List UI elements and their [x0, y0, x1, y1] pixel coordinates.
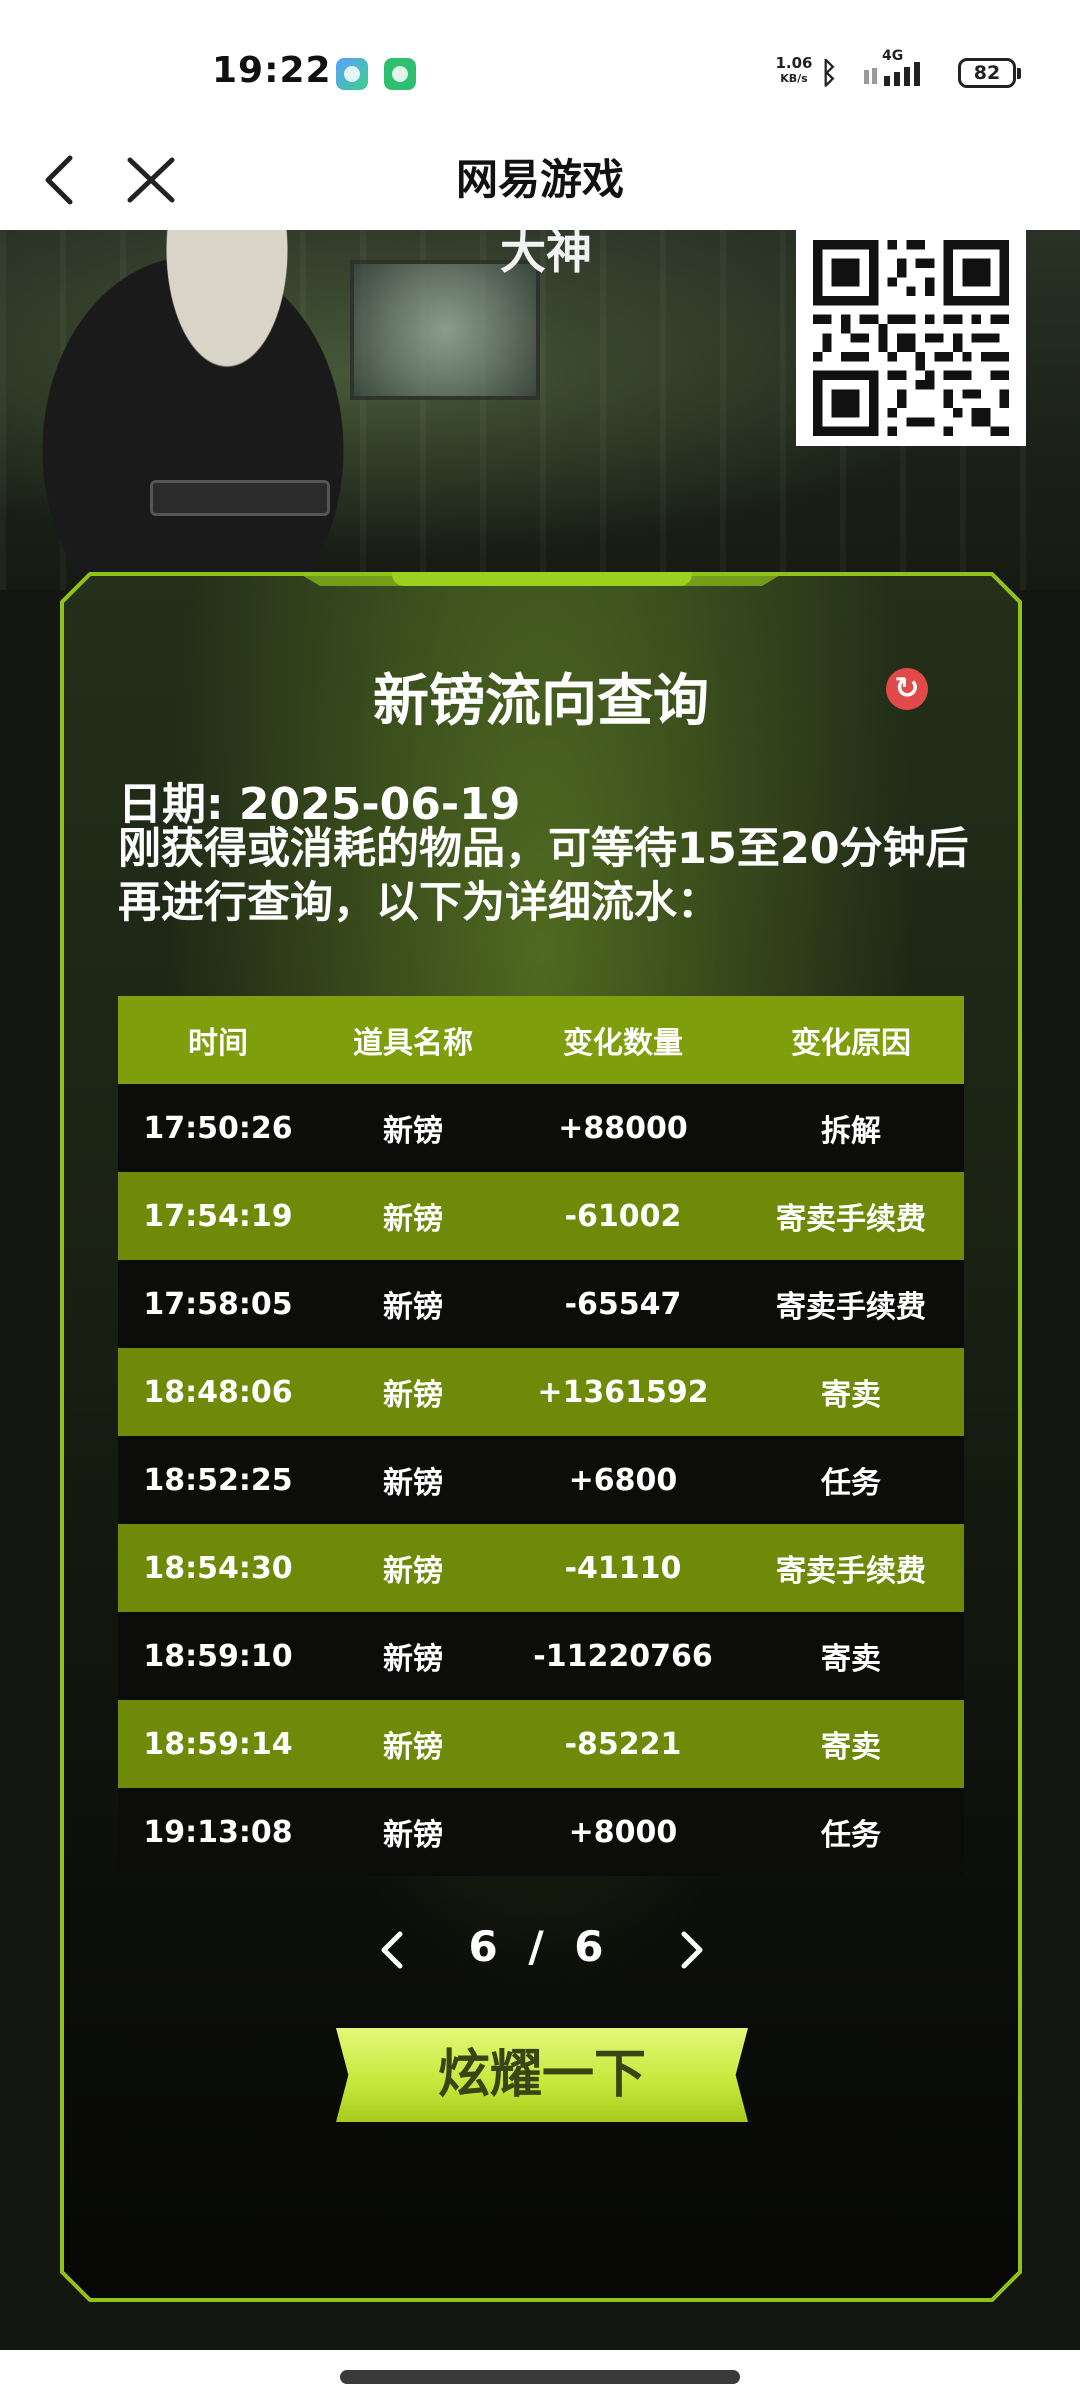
cell-time: 17:50:26: [143, 1110, 293, 1146]
cellular-signal-icon: 4G: [864, 48, 920, 86]
cell-item-name: 新镑: [383, 1202, 443, 1237]
share-button[interactable]: 炫耀一下: [336, 2028, 748, 2122]
cell-change-reason: 寄卖手续费: [776, 1202, 926, 1237]
close-icon[interactable]: [120, 138, 182, 222]
table-row: 18:59:10 新镑 -11220766 寄卖: [118, 1612, 964, 1700]
table-row: 19:13:08 新镑 +8000 任务: [118, 1788, 964, 1876]
cell-change-amount: +8000: [568, 1814, 678, 1850]
cell-change-amount: -61002: [564, 1198, 682, 1234]
table-row: 17:54:19 新镑 -61002 寄卖手续费: [118, 1172, 964, 1260]
cell-time: 19:13:08: [143, 1814, 293, 1850]
refresh-button[interactable]: ↻: [886, 668, 928, 710]
network-speed: 1.06 KB/s: [770, 56, 818, 86]
cell-change-amount: -65547: [564, 1286, 682, 1322]
cell-change-amount: -85221: [564, 1726, 682, 1762]
cell-change-reason: 寄卖手续费: [776, 1290, 926, 1325]
header-item-name: 道具名称: [353, 1026, 473, 1061]
bluetooth-icon: ᛒ: [820, 56, 838, 91]
cell-change-amount: -11220766: [533, 1638, 713, 1674]
network-type: 4G: [882, 48, 903, 64]
panel-top-accent: [392, 572, 692, 586]
home-indicator[interactable]: [340, 2370, 740, 2384]
nav-bar: 网易游戏: [0, 130, 1080, 230]
cell-item-name: 新镑: [383, 1466, 443, 1501]
promo-banner: 大神: [0, 230, 1080, 590]
cell-time: 18:59:10: [143, 1638, 293, 1674]
panel-title: 新镑流向查询: [373, 669, 709, 734]
table-row: 18:48:06 新镑 +1361592 寄卖: [118, 1348, 964, 1436]
cell-time: 18:59:14: [143, 1726, 293, 1762]
status-time: 19:22: [212, 50, 332, 91]
page-indicator: 6 / 6: [468, 1922, 612, 1971]
wechat-notification-icon: [384, 58, 416, 90]
ledger-header-row: 时间 道具名称 变化数量 变化原因: [118, 996, 964, 1084]
cell-change-reason: 拆解: [821, 1114, 881, 1149]
notification-app-icon: [336, 58, 368, 90]
cell-time: 17:58:05: [143, 1286, 293, 1322]
cell-item-name: 新镑: [383, 1818, 443, 1853]
table-row: 18:52:25 新镑 +6800 任务: [118, 1436, 964, 1524]
cell-change-amount: -41110: [564, 1550, 682, 1586]
cell-item-name: 新镑: [383, 1642, 443, 1677]
table-row: 17:50:26 新镑 +88000 拆解: [118, 1084, 964, 1172]
cell-change-reason: 任务: [821, 1818, 881, 1853]
table-row: 18:54:30 新镑 -41110 寄卖手续费: [118, 1524, 964, 1612]
cell-item-name: 新镑: [383, 1290, 443, 1325]
previous-page-icon[interactable]: [370, 1920, 416, 1980]
qr-code-image: [796, 230, 1026, 446]
table-row: 17:58:05 新镑 -65547 寄卖手续费: [118, 1260, 964, 1348]
cell-item-name: 新镑: [383, 1378, 443, 1413]
cell-item-name: 新镑: [383, 1554, 443, 1589]
refresh-icon: ↻: [894, 671, 920, 706]
cell-change-amount: +6800: [568, 1462, 678, 1498]
query-note: 刚获得或消耗的物品，可等待15至20分钟后再进行查询，以下为详细流水：: [118, 824, 969, 928]
cell-time: 18:52:25: [143, 1462, 293, 1498]
banner-character-image: [40, 230, 380, 590]
header-change-reason: 变化原因: [791, 1026, 911, 1061]
cell-change-amount: +88000: [558, 1110, 688, 1146]
header-change-amount: 变化数量: [563, 1026, 683, 1061]
cell-time: 18:54:30: [143, 1550, 293, 1586]
cell-change-reason: 寄卖: [821, 1642, 881, 1677]
network-speed-unit: KB/s: [780, 72, 808, 85]
cell-change-reason: 寄卖手续费: [776, 1554, 926, 1589]
next-page-icon[interactable]: [668, 1920, 714, 1980]
network-speed-value: 1.06: [775, 54, 813, 72]
ledger-table: 时间 道具名称 变化数量 变化原因 17:50:26 新镑 +88000 拆解 …: [118, 996, 964, 1876]
banner-caption: 大神: [500, 230, 592, 279]
cell-item-name: 新镑: [383, 1114, 443, 1149]
banner-character-belt: [150, 480, 330, 516]
cell-change-reason: 寄卖: [821, 1378, 881, 1413]
cell-time: 18:48:06: [143, 1374, 293, 1410]
cell-change-reason: 寄卖: [821, 1730, 881, 1765]
back-arrow-icon[interactable]: [36, 138, 86, 222]
cell-change-reason: 任务: [821, 1466, 881, 1501]
header-time: 时间: [188, 1026, 248, 1061]
battery-icon: 82: [958, 58, 1021, 88]
cell-change-amount: +1361592: [537, 1374, 709, 1410]
status-bar: 19:22 1.06 KB/s ᛒ 4G 82: [0, 0, 1080, 130]
table-row: 18:59:14 新镑 -85221 寄卖: [118, 1700, 964, 1788]
cell-time: 17:54:19: [143, 1198, 293, 1234]
cell-item-name: 新镑: [383, 1730, 443, 1765]
